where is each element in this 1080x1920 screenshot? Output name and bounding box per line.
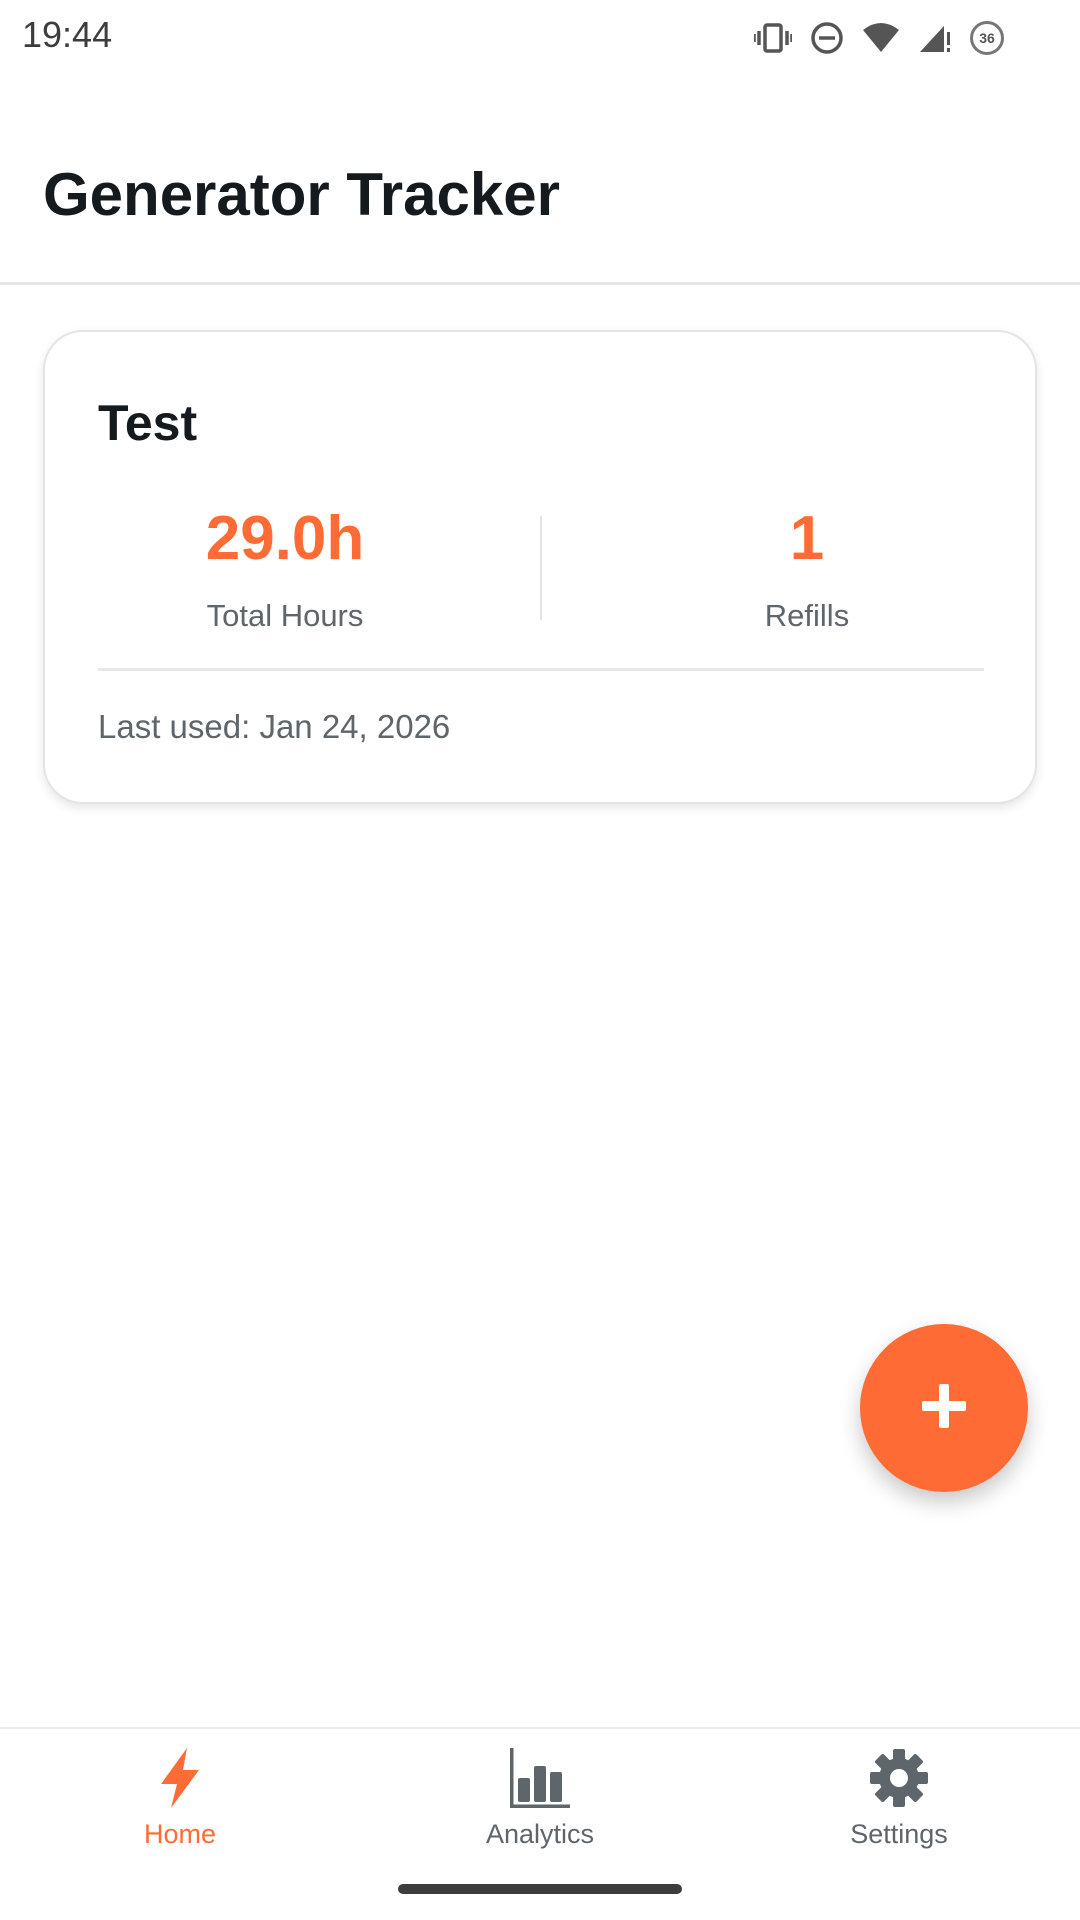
vibrate-icon xyxy=(754,22,792,54)
nav-item-analytics[interactable]: Analytics xyxy=(410,1745,670,1848)
total-hours-value: 29.0h xyxy=(205,504,365,573)
wifi-icon xyxy=(862,22,900,54)
nav-item-home[interactable]: Home xyxy=(50,1745,310,1848)
nav-label-home: Home xyxy=(143,1819,217,1849)
lightning-icon xyxy=(155,1746,205,1815)
stat-divider xyxy=(540,516,542,620)
app-bar: Generator Tracker xyxy=(0,72,1080,285)
total-hours-stat: 29.0h Total Hours xyxy=(65,504,505,633)
generator-card[interactable]: Test 29.0h Total Hours 1 Refills Last us… xyxy=(43,330,1037,804)
add-button[interactable] xyxy=(860,1324,1028,1492)
generator-name: Test xyxy=(98,395,198,451)
plus-icon xyxy=(919,1381,969,1436)
page-title: Generator Tracker xyxy=(43,161,560,228)
battery-level: 36 xyxy=(970,21,1004,55)
status-time: 19:44 xyxy=(22,14,113,55)
bar-chart-icon xyxy=(508,1746,572,1815)
nav-label-analytics: Analytics xyxy=(485,1819,595,1849)
nav-item-settings[interactable]: Settings xyxy=(769,1745,1029,1848)
refills-value: 1 xyxy=(789,504,825,573)
total-hours-label: Total Hours xyxy=(206,598,364,633)
signal-icon xyxy=(918,22,952,54)
card-divider xyxy=(98,668,984,671)
status-bar: 19:44 36 xyxy=(0,0,1080,72)
gear-icon xyxy=(869,1748,929,1813)
refills-stat: 1 Refills xyxy=(587,504,1027,633)
refills-label: Refills xyxy=(764,598,850,633)
battery-icon: 36 xyxy=(970,21,1004,55)
do-not-disturb-icon xyxy=(810,21,844,55)
nav-label-settings: Settings xyxy=(850,1819,948,1849)
last-used-text: Last used: Jan 24, 2026 xyxy=(98,708,451,745)
status-icons: 36 xyxy=(754,18,1004,58)
home-indicator[interactable] xyxy=(398,1884,682,1894)
app-screen: 19:44 36 Generator Tracker Test 29.0h To… xyxy=(0,0,1080,1920)
